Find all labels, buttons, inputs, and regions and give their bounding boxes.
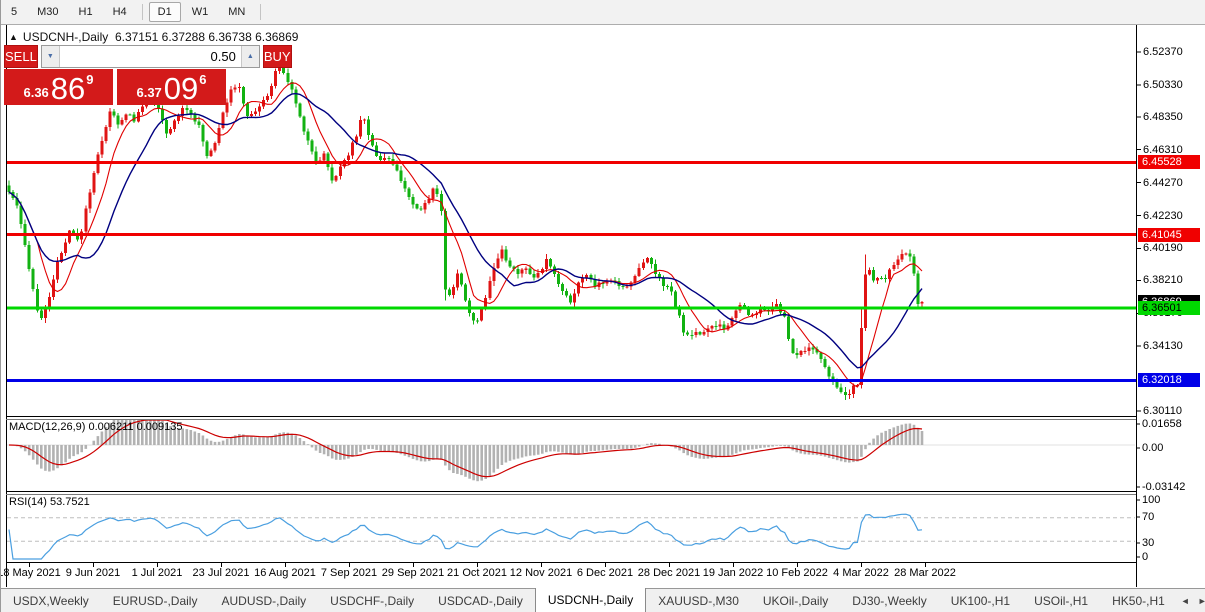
date-tick-label: 1 Jul 2021	[131, 567, 183, 579]
buy-price-sup: 6	[199, 72, 207, 87]
date-tick-label: 16 Aug 2021	[254, 567, 316, 579]
price-tick-label: 6.42230	[1143, 209, 1183, 222]
timeframe-button-w1[interactable]: W1	[183, 2, 218, 22]
chart-title: ▲ USDCNH-,Daily 6.37151 6.37288 6.36738 6…	[9, 30, 298, 44]
chart-tab-xauusdm30[interactable]: XAUUSD-,M30	[646, 589, 751, 612]
timeframe-button-mn[interactable]: MN	[219, 2, 254, 22]
trading-app-window: 5 M30 H1 H4 D1 W1 MN ▲ USDCNH-,Daily 6.37151 6.…	[0, 0, 1205, 612]
macd-axis-label: 0.01658	[1142, 418, 1182, 430]
macd-axis-label: 0.00	[1142, 442, 1164, 454]
date-tick-label: 10 Feb 2022	[766, 567, 828, 579]
sell-button[interactable]: SELL	[4, 45, 38, 68]
one-click-trading-panel: SELL ▼ ▲ BUY 6.36 86 9 6.37 09 6	[4, 45, 292, 105]
date-tick-label: 18 May 2021	[0, 567, 61, 579]
rsi-axis-label: 0	[1142, 551, 1149, 563]
price-badge: 6.36501	[1138, 300, 1200, 315]
chart-tab-usoilh1[interactable]: USOil-,H1	[1022, 589, 1100, 612]
chart-title-symbol: USDCNH-,Daily	[22, 30, 109, 44]
toolbar-separator	[260, 4, 262, 20]
chart-tab-audusddaily[interactable]: AUDUSD-,Daily	[209, 589, 318, 612]
buy-button[interactable]: BUY	[262, 45, 292, 68]
toolbar-separator	[141, 4, 143, 20]
chart-tab-usdcnhdaily[interactable]: USDCNH-,Daily	[534, 588, 647, 612]
price-badge: 6.32018	[1138, 373, 1200, 388]
price-tick-label: 6.50330	[1143, 78, 1183, 91]
chart-tab-ukoildaily[interactable]: UKOil-,Daily	[751, 589, 840, 612]
date-tick-label: 9 Jun 2021	[65, 567, 121, 579]
chart-tab-usdxweekly[interactable]: USDX,Weekly	[1, 589, 101, 612]
rsi-axis-label: 30	[1142, 537, 1155, 549]
price-tick-label: 6.34130	[1143, 340, 1183, 353]
rsi-indicator-label: RSI(14) 53.7521	[9, 496, 90, 508]
volume-decrease-icon[interactable]: ▼	[41, 46, 60, 67]
date-tick-label: 6 Dec 2021	[576, 567, 634, 579]
timeframe-button-m30[interactable]: M30	[28, 2, 67, 22]
tab-scroll-right-icon[interactable]: ►	[1194, 596, 1205, 606]
timeframe-toolbar: 5 M30 H1 H4 D1 W1 MN	[1, 0, 1205, 25]
chart-tab-usdcaddaily[interactable]: USDCAD-,Daily	[426, 589, 535, 612]
date-tick-label: 21 Oct 2021	[447, 567, 507, 579]
chart-tab-usdchfdaily[interactable]: USDCHF-,Daily	[318, 589, 426, 612]
timeframe-button-h1[interactable]: H1	[70, 2, 102, 22]
volume-spinner: ▼ ▲	[40, 45, 260, 68]
price-tick-label: 6.44270	[1143, 176, 1183, 189]
price-badge: 6.41045	[1138, 227, 1200, 242]
price-tick-label: 6.52370	[1143, 46, 1183, 58]
date-tick-label: 29 Sep 2021	[381, 567, 445, 579]
date-tick-label: 28 Mar 2022	[894, 567, 956, 579]
chart-tab-hk50h1[interactable]: HK50-,H1	[1100, 589, 1177, 612]
date-tick-label: 12 Nov 2021	[509, 567, 573, 579]
chart-tab-eurusddaily[interactable]: EURUSD-,Daily	[101, 589, 210, 612]
price-tick-label: 6.30110	[1143, 405, 1182, 418]
timeframe-button-5[interactable]: 5	[2, 2, 26, 22]
timeframe-button-h4[interactable]: H4	[104, 2, 136, 22]
volume-increase-icon[interactable]: ▲	[240, 46, 259, 67]
collapse-icon[interactable]: ▲	[9, 32, 18, 42]
date-tick-label: 19 Jan 2022	[702, 567, 764, 579]
rsi-axis-label: 70	[1142, 511, 1155, 523]
buy-price-big: 09	[163, 71, 199, 106]
chart-tab-dj30weekly[interactable]: DJ30-,Weekly	[840, 589, 938, 612]
sell-price-sup: 9	[86, 72, 94, 87]
sell-price-small: 6.36	[23, 85, 49, 100]
price-tick-label: 6.40190	[1143, 242, 1183, 255]
macd-axis-label: -0.03142	[1142, 481, 1186, 493]
chart-tab-uk100h1[interactable]: UK100-,H1	[939, 589, 1022, 612]
buy-price-small: 6.37	[136, 85, 162, 100]
sell-price-display[interactable]: 6.36 86 9	[4, 69, 113, 105]
tab-scroll-left-icon[interactable]: ◄	[1177, 596, 1194, 606]
sell-price-big: 86	[50, 71, 86, 106]
date-tick-label: 4 Mar 2022	[833, 567, 889, 579]
date-tick-label: 7 Sep 2021	[320, 567, 378, 579]
tab-scroll-arrows: ◄►	[1177, 589, 1205, 612]
price-tick-label: 6.38210	[1143, 274, 1183, 287]
price-tick-label: 6.48350	[1143, 110, 1183, 123]
date-tick-label: 23 Jul 2021	[192, 567, 250, 579]
volume-input[interactable]	[59, 46, 241, 67]
chart-title-ohlc: 6.37151 6.37288 6.36738 6.36869	[114, 30, 299, 44]
timeframe-button-d1[interactable]: D1	[148, 2, 181, 22]
date-tick-label: 28 Dec 2021	[637, 567, 701, 579]
macd-indicator-label: MACD(12,26,9) 0.006211 0.009135	[9, 421, 183, 433]
chart-tab-bar: USDX,Weekly EURUSD-,Daily AUDUSD-,Daily USD…	[1, 588, 1205, 612]
rsi-axis-label: 100	[1142, 494, 1161, 506]
buy-price-display[interactable]: 6.37 09 6	[117, 69, 226, 105]
price-badge: 6.45528	[1138, 155, 1200, 170]
